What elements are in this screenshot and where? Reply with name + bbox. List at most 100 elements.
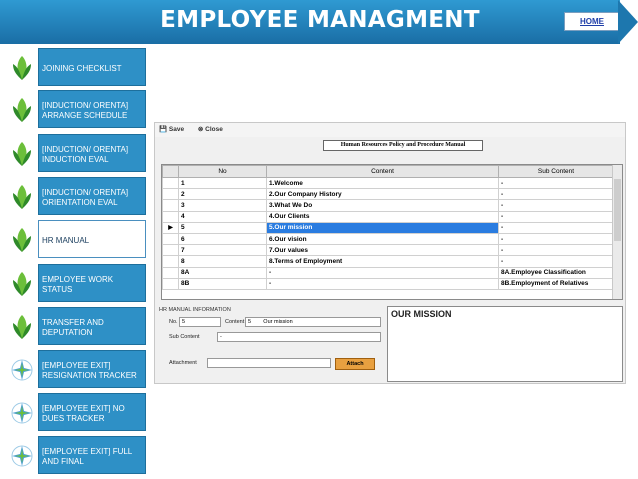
table-row[interactable]: 8B -8B.Employment of Relatives (162, 277, 614, 290)
sidebar-item[interactable]: TRANSFER AND DEPUTATION (10, 307, 146, 345)
cell-sub-content: - (498, 188, 614, 201)
scroll-thumb[interactable] (614, 179, 621, 241)
vertical-scrollbar[interactable] (612, 165, 622, 299)
row-selector (162, 210, 179, 223)
cell-no: 3 (178, 199, 267, 212)
sidebar-item-label: EMPLOYEE WORK STATUS (38, 264, 146, 302)
sub-content-field[interactable]: - (217, 332, 381, 342)
header-arrow-icon (618, 0, 638, 44)
save-button[interactable]: 💾 Save (159, 126, 190, 133)
cell-content: 5.Our mission (266, 221, 499, 234)
mission-text: OUR MISSION (391, 309, 452, 319)
sidebar-item[interactable]: [INDUCTION/ ORENTA] INDUCTION EVAL (10, 134, 146, 172)
attach-button[interactable]: Attach (335, 358, 375, 370)
sidebar-item[interactable]: HR MANUAL (10, 220, 146, 258)
column-header-no[interactable]: No (178, 165, 267, 178)
cell-no: 8A (178, 266, 267, 279)
row-selector (162, 277, 179, 290)
cell-content: - (266, 266, 499, 279)
table-row[interactable]: 8A -8A.Employee Classification (162, 266, 614, 279)
leaf-icon (10, 54, 34, 82)
leaf-icon (10, 313, 34, 341)
sidebar-item-label: [EMPLOYEE EXIT] FULL AND FINAL (38, 436, 146, 474)
table-row[interactable]: ▶ 5 5.Our mission - (162, 221, 614, 234)
section-label: HR MANUAL INFORMATION (159, 307, 231, 313)
sub-content-label: Sub Content (169, 334, 200, 340)
cell-sub-content: - (498, 232, 614, 246)
cell-content: 3.What We Do (266, 199, 499, 212)
cell-content: - (266, 277, 499, 290)
manual-table: No Content Sub Content 1 1.Welcome -2 2.Our… (162, 165, 614, 290)
sidebar-item[interactable]: [EMPLOYEE EXIT] NO DUES TRACKER (10, 393, 146, 431)
row-selector (162, 232, 179, 246)
sidebar-item-label: TRANSFER AND DEPUTATION (38, 307, 146, 345)
sidebar-item[interactable]: JOINING CHECKLIST (10, 48, 146, 86)
sidebar-item-label: [EMPLOYEE EXIT] NO DUES TRACKER (38, 393, 146, 431)
sidebar-item[interactable]: [EMPLOYEE EXIT] FULL AND FINAL (10, 436, 146, 474)
home-button[interactable]: HOME (564, 12, 620, 31)
attachment-field[interactable] (207, 358, 331, 368)
cell-content: 7.Our values (266, 244, 499, 257)
cell-sub-content: - (498, 199, 614, 212)
sidebar-item-label: [INDUCTION/ ORENTA] ORIENTATION EVAL (38, 177, 146, 215)
sidebar-item[interactable]: EMPLOYEE WORK STATUS (10, 264, 146, 302)
cell-sub-content: 8A.Employee Classification (498, 266, 614, 279)
table-row[interactable]: 4 4.Our Clients - (162, 210, 614, 223)
content-label: Content (225, 319, 245, 325)
leaf-icon (10, 226, 34, 254)
row-selector (162, 188, 179, 201)
row-pointer-icon: ▶ (168, 225, 173, 232)
column-header-sub-content[interactable]: Sub Content (498, 165, 614, 178)
toolbar: 💾 Save ⊗ Close (155, 123, 625, 137)
row-selector (162, 255, 179, 268)
row-selector (162, 244, 179, 257)
sidebar-item-label: [EMPLOYEE EXIT] RESIGNATION TRACKER (38, 350, 146, 388)
sidebar-item-label: HR MANUAL (38, 220, 146, 258)
row-selector: ▶ (162, 221, 179, 234)
cell-sub-content: - (498, 244, 614, 257)
row-selector-header (162, 165, 179, 178)
row-selector (162, 199, 179, 212)
cell-sub-content: - (498, 210, 614, 223)
cell-no: 5 (178, 221, 267, 234)
sidebar-item-label: [INDUCTION/ ORENTA] INDUCTION EVAL (38, 134, 146, 172)
star-icon (10, 399, 34, 427)
cell-sub-content: - (498, 176, 614, 190)
sidebar-item[interactable]: [INDUCTION/ ORENTA] ARRANGE SCHEDULE (10, 90, 146, 128)
cell-content: 1.Welcome (266, 176, 499, 190)
cell-no: 1 (178, 176, 267, 190)
cell-content: 6.Our vision (266, 232, 499, 246)
leaf-icon (10, 270, 34, 298)
sidebar-item[interactable]: [INDUCTION/ ORENTA] ORIENTATION EVAL (10, 177, 146, 215)
table-row[interactable]: 1 1.Welcome - (162, 176, 614, 190)
cell-no: 7 (178, 244, 267, 257)
page-title: EMPLOYEE MANAGMENT (160, 7, 480, 33)
no-label: No. (169, 319, 178, 325)
star-icon (10, 356, 34, 384)
hr-manual-window: 💾 Save ⊗ Close Human Resources Policy an… (154, 122, 626, 384)
column-header-content[interactable]: Content (266, 165, 499, 178)
row-selector (162, 176, 179, 190)
close-button[interactable]: ⊗ Close (198, 126, 229, 133)
table-row[interactable]: 8 8.Terms of Employment - (162, 255, 614, 268)
header-banner: EMPLOYEE MANAGMENT HOME (0, 0, 620, 44)
cell-no: 8B (178, 277, 267, 290)
no-field[interactable]: 5 (179, 317, 221, 327)
leaf-icon (10, 183, 34, 211)
table-row[interactable]: 2 2.Our Company History - (162, 188, 614, 201)
content-field[interactable]: 5 Our mission (245, 317, 381, 327)
cell-content: 8.Terms of Employment (266, 255, 499, 268)
mission-text-area[interactable]: OUR MISSION (387, 306, 623, 382)
sidebar-item[interactable]: [EMPLOYEE EXIT] RESIGNATION TRACKER (10, 350, 146, 388)
cell-no: 6 (178, 232, 267, 246)
cell-sub-content: 8B.Employment of Relatives (498, 277, 614, 290)
table-row[interactable]: 6 6.Our vision - (162, 232, 614, 246)
table-row[interactable]: 3 3.What We Do - (162, 199, 614, 212)
attachment-label: Attachment (169, 360, 197, 366)
cell-content: 4.Our Clients (266, 210, 499, 223)
table-row[interactable]: 7 7.Our values - (162, 244, 614, 257)
table-body: 1 1.Welcome -2 2.Our Company History -3 3.Wha… (162, 176, 614, 290)
sidebar-item-label: JOINING CHECKLIST (38, 48, 146, 86)
leaf-icon (10, 140, 34, 168)
cell-no: 2 (178, 188, 267, 201)
